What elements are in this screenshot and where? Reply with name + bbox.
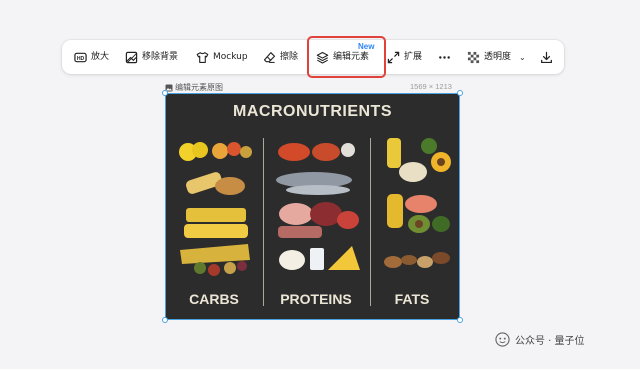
edit-elements-label: 编辑元素 xyxy=(333,51,370,62)
remove-background-button[interactable]: 移除背景 xyxy=(125,40,178,74)
expand-button[interactable]: 扩展 xyxy=(387,40,422,74)
resize-handle-top-left[interactable] xyxy=(162,90,168,96)
svg-text:HD: HD xyxy=(77,55,85,61)
tshirt-icon xyxy=(196,51,209,63)
proteins-label: PROTEINS xyxy=(280,291,352,307)
download-button[interactable] xyxy=(540,40,557,74)
selected-image[interactable]: MACRONUTRIENTS CARBS PROTEINS FATS xyxy=(165,93,460,320)
resize-handle-top-right[interactable] xyxy=(457,90,463,96)
expand-arrows-icon xyxy=(387,51,400,63)
mockup-label: Mockup xyxy=(213,51,248,62)
poster-divider xyxy=(263,138,264,306)
layers-icon xyxy=(316,51,329,64)
upscale-button[interactable]: HD 放大 xyxy=(74,40,109,74)
proteins-food-illustration xyxy=(276,143,360,270)
watermark: 公众号 · 量子位 xyxy=(495,332,585,347)
fats-label: FATS xyxy=(394,291,430,307)
canvas-label-text: 编辑元素原图 xyxy=(175,83,223,92)
carbs-food-illustration xyxy=(179,142,252,276)
more-button[interactable] xyxy=(438,40,455,74)
ellipsis-icon xyxy=(439,55,450,59)
resize-handle-bottom-left[interactable] xyxy=(162,317,168,323)
mockup-button[interactable]: Mockup xyxy=(196,40,248,74)
checkerboard-icon xyxy=(467,51,480,63)
wechat-icon xyxy=(495,332,510,347)
upscale-label: 放大 xyxy=(91,51,110,62)
erase-label: 擦除 xyxy=(280,51,299,62)
erase-button[interactable]: 擦除 xyxy=(263,40,298,74)
hd-icon: HD xyxy=(74,52,87,62)
poster-divider xyxy=(370,138,371,306)
watermark-text: 公众号 · 量子位 xyxy=(515,336,585,347)
chevron-down-icon[interactable]: ⌄ xyxy=(519,53,526,62)
remove-background-label: 移除背景 xyxy=(142,51,179,62)
image-frame-icon xyxy=(125,51,138,63)
eraser-icon xyxy=(263,51,276,63)
image-toolbar: HD 放大 移除背景 Mockup 擦除 编辑元素 扩展 透明度 ⌄ xyxy=(62,40,564,74)
fats-food-illustration xyxy=(384,138,451,268)
poster-title: MACRONUTRIENTS xyxy=(233,103,392,120)
canvas-label: 编辑元素原图 xyxy=(165,82,223,93)
transparency-label: 透明度 xyxy=(484,51,512,62)
expand-label: 扩展 xyxy=(404,51,423,62)
download-icon xyxy=(541,51,552,63)
transparency-button[interactable]: 透明度 ⌄ xyxy=(467,40,526,74)
image-dimensions: 1569 × 1213 xyxy=(410,82,452,91)
carbs-label: CARBS xyxy=(189,291,239,307)
resize-handle-bottom-right[interactable] xyxy=(457,317,463,323)
new-badge: New xyxy=(358,42,375,51)
